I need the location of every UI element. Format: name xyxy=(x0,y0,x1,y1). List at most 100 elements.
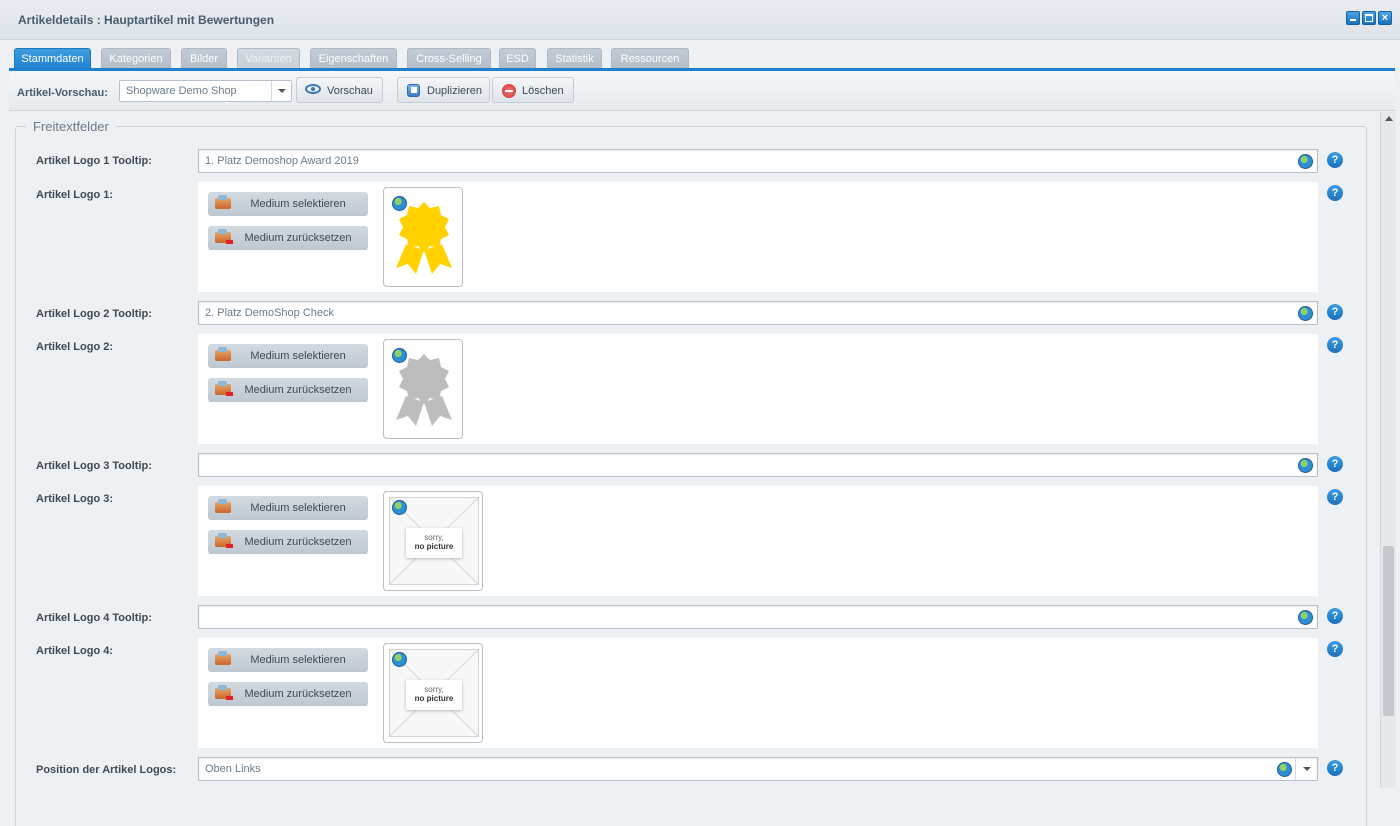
duplicate-icon xyxy=(407,84,420,97)
article-preview-label: Artikel-Vorschau: xyxy=(17,87,108,99)
help-icon[interactable]: ? xyxy=(1327,760,1343,776)
logo-position-select[interactable]: Oben Links xyxy=(198,757,1318,781)
gold-badge-icon xyxy=(396,202,452,274)
preview-button-label: Vorschau xyxy=(327,85,373,97)
reset-media-label: Medium zurücksetzen xyxy=(244,688,352,700)
logo4-tooltip-input[interactable] xyxy=(198,605,1318,629)
chevron-down-icon[interactable] xyxy=(1295,758,1317,780)
logo2-tooltip-value: 2. Platz DemoShop Check xyxy=(205,307,335,319)
help-icon[interactable]: ? xyxy=(1327,185,1343,201)
translate-globe-icon[interactable] xyxy=(392,652,407,667)
help-icon[interactable]: ? xyxy=(1327,337,1343,353)
logo1-media-field: Medium selektieren Medium zurücksetzen xyxy=(198,182,1318,292)
window-header: Artikeldetails : Hauptartikel mit Bewert… xyxy=(0,0,1400,40)
translate-globe-icon[interactable] xyxy=(392,196,407,211)
help-icon[interactable]: ? xyxy=(1327,152,1343,168)
minimize-icon[interactable] xyxy=(1346,11,1360,25)
translate-globe-icon[interactable] xyxy=(1298,306,1313,321)
duplicate-button-label: Duplizieren xyxy=(427,85,483,97)
translate-globe-icon[interactable] xyxy=(1298,154,1313,169)
no-picture-text: sorry, no picture xyxy=(406,680,462,710)
preview-button[interactable]: Vorschau xyxy=(296,77,383,103)
translate-globe-icon[interactable] xyxy=(1298,458,1313,473)
tab-eigenschaften[interactable]: Eigenschaften xyxy=(310,48,397,70)
logo4-tooltip-label: Artikel Logo 4 Tooltip: xyxy=(36,612,152,624)
logo4-reset-media-button[interactable]: Medium zurücksetzen xyxy=(208,682,368,706)
logo4-media-field: Medium selektieren Medium zurücksetzen s… xyxy=(198,638,1318,748)
logo2-reset-media-button[interactable]: Medium zurücksetzen xyxy=(208,378,368,402)
toolbar: Artikel-Vorschau: Shopware Demo Shop Vor… xyxy=(9,71,1395,111)
shop-select[interactable]: Shopware Demo Shop xyxy=(119,80,292,102)
logo-position-value: Oben Links xyxy=(205,763,261,775)
help-icon[interactable]: ? xyxy=(1327,304,1343,320)
reset-media-label: Medium zurücksetzen xyxy=(244,232,352,244)
help-icon[interactable]: ? xyxy=(1327,456,1343,472)
tab-bilder[interactable]: Bilder xyxy=(181,48,227,70)
reset-media-label: Medium zurücksetzen xyxy=(244,536,352,548)
help-icon[interactable]: ? xyxy=(1327,608,1343,624)
delete-button-label: Löschen xyxy=(522,85,564,97)
select-media-label: Medium selektieren xyxy=(250,350,346,362)
logo1-select-media-button[interactable]: Medium selektieren xyxy=(208,192,368,216)
eye-icon xyxy=(305,84,321,94)
vertical-scrollbar[interactable] xyxy=(1380,112,1396,788)
logo1-label: Artikel Logo 1: xyxy=(36,189,114,201)
logo2-label: Artikel Logo 2: xyxy=(36,341,114,353)
select-media-label: Medium selektieren xyxy=(250,198,346,210)
window-title: Artikeldetails : Hauptartikel mit Bewert… xyxy=(18,13,275,27)
translate-globe-icon[interactable] xyxy=(392,500,407,515)
tab-stammdaten[interactable]: Stammdaten xyxy=(14,48,91,70)
no-picture-line1: sorry, xyxy=(424,533,444,542)
logo3-reset-media-button[interactable]: Medium zurücksetzen xyxy=(208,530,368,554)
tab-statistik[interactable]: Statistik xyxy=(547,48,602,70)
logo2-select-media-button[interactable]: Medium selektieren xyxy=(208,344,368,368)
window-tools: × xyxy=(1346,11,1392,25)
help-icon[interactable]: ? xyxy=(1327,641,1343,657)
logo3-image-preview[interactable]: sorry, no picture xyxy=(383,491,483,591)
logo2-tooltip-input[interactable]: 2. Platz DemoShop Check xyxy=(198,301,1318,325)
no-picture-line2: no picture xyxy=(414,542,454,551)
logo-position-label: Position der Artikel Logos: xyxy=(36,764,177,776)
logo2-media-field: Medium selektieren Medium zurücksetzen xyxy=(198,334,1318,444)
close-icon[interactable]: × xyxy=(1378,11,1392,25)
tab-ressourcen[interactable]: Ressourcen xyxy=(611,48,689,70)
translate-globe-icon[interactable] xyxy=(1277,762,1292,777)
logo4-select-media-button[interactable]: Medium selektieren xyxy=(208,648,368,672)
tab-bar: Stammdaten Kategorien Bilder Varianten E… xyxy=(0,40,1400,70)
scroll-thumb[interactable] xyxy=(1383,546,1394,716)
help-icon[interactable]: ? xyxy=(1327,489,1343,505)
chevron-down-icon[interactable] xyxy=(271,81,291,101)
logo3-media-field: Medium selektieren Medium zurücksetzen s… xyxy=(198,486,1318,596)
tab-kategorien[interactable]: Kategorien xyxy=(101,48,171,70)
logo1-tooltip-input[interactable]: 1. Platz Demoshop Award 2019 xyxy=(198,149,1318,173)
fieldset-legend: Freitextfelder xyxy=(26,119,116,134)
logo2-image-preview[interactable] xyxy=(383,339,463,439)
logo2-tooltip-label: Artikel Logo 2 Tooltip: xyxy=(36,308,152,320)
logo3-select-media-button[interactable]: Medium selektieren xyxy=(208,496,368,520)
shop-select-value: Shopware Demo Shop xyxy=(126,85,237,97)
no-picture-line2: no picture xyxy=(414,694,454,703)
tab-esd[interactable]: ESD xyxy=(499,48,536,70)
logo4-image-preview[interactable]: sorry, no picture xyxy=(383,643,483,743)
tab-varianten: Varianten xyxy=(237,48,300,70)
logo3-tooltip-label: Artikel Logo 3 Tooltip: xyxy=(36,460,152,472)
dropdown-arrow xyxy=(1303,767,1311,771)
logo4-label: Artikel Logo 4: xyxy=(36,645,114,657)
reset-media-label: Medium zurücksetzen xyxy=(244,384,352,396)
logo1-tooltip-value: 1. Platz Demoshop Award 2019 xyxy=(205,155,359,167)
maximize-icon[interactable] xyxy=(1362,11,1376,25)
silver-badge-icon xyxy=(396,354,452,426)
translate-globe-icon[interactable] xyxy=(1298,610,1313,625)
logo3-tooltip-input[interactable] xyxy=(198,453,1318,477)
select-media-label: Medium selektieren xyxy=(250,654,346,666)
logo1-reset-media-button[interactable]: Medium zurücksetzen xyxy=(208,226,368,250)
delete-icon xyxy=(502,84,516,98)
scroll-up-arrow-icon[interactable] xyxy=(1385,116,1393,121)
logo1-tooltip-label: Artikel Logo 1 Tooltip: xyxy=(36,155,152,167)
delete-button[interactable]: Löschen xyxy=(492,77,574,103)
select-media-label: Medium selektieren xyxy=(250,502,346,514)
translate-globe-icon[interactable] xyxy=(392,348,407,363)
duplicate-button[interactable]: Duplizieren xyxy=(397,77,490,103)
tab-cross-selling[interactable]: Cross-Selling xyxy=(407,48,491,70)
logo1-image-preview[interactable] xyxy=(383,187,463,287)
